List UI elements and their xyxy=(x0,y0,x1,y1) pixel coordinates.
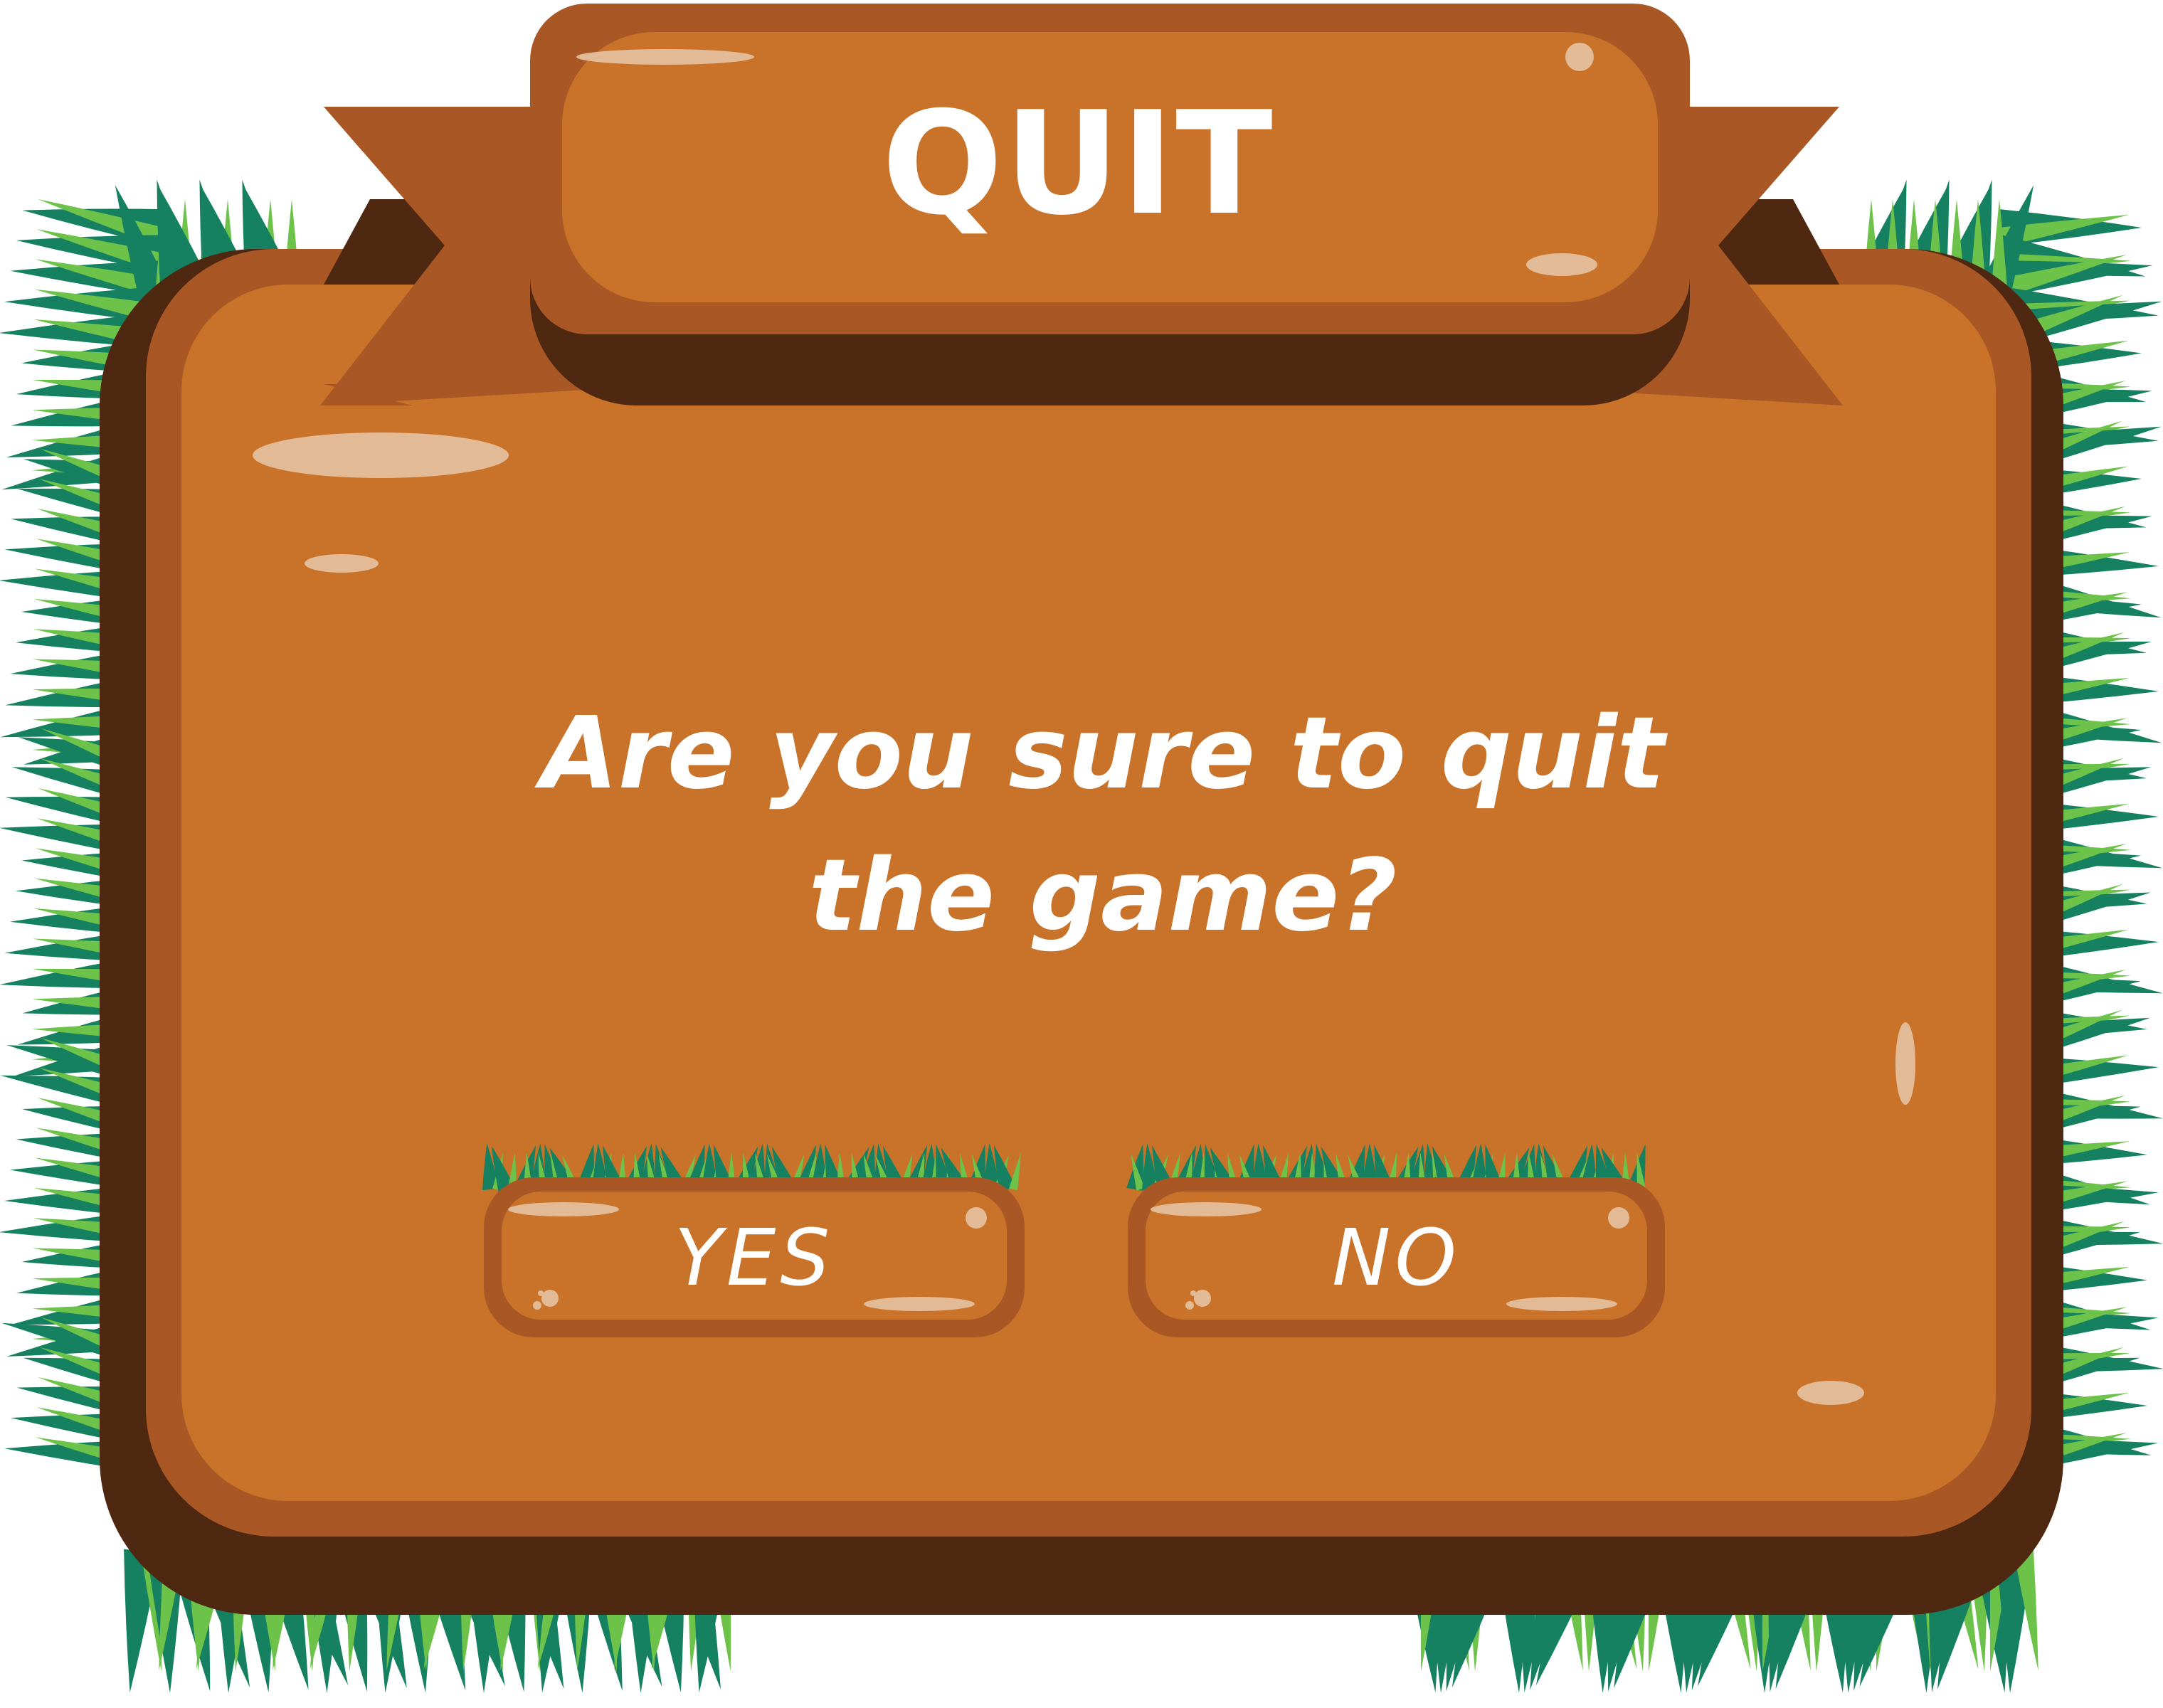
yes-button-label: YES xyxy=(674,1211,835,1303)
dialog-title: QUIT xyxy=(882,80,1274,247)
message-line-1: Are you sure to quit xyxy=(541,696,1665,812)
no-button[interactable]: NO xyxy=(1128,1177,1665,1337)
quit-confirmation-message: Are you sure to quit the game? xyxy=(398,683,1807,967)
no-button-label: NO xyxy=(1332,1211,1461,1303)
message-line-2: the game? xyxy=(808,838,1397,954)
yes-button[interactable]: YES xyxy=(484,1177,1025,1337)
